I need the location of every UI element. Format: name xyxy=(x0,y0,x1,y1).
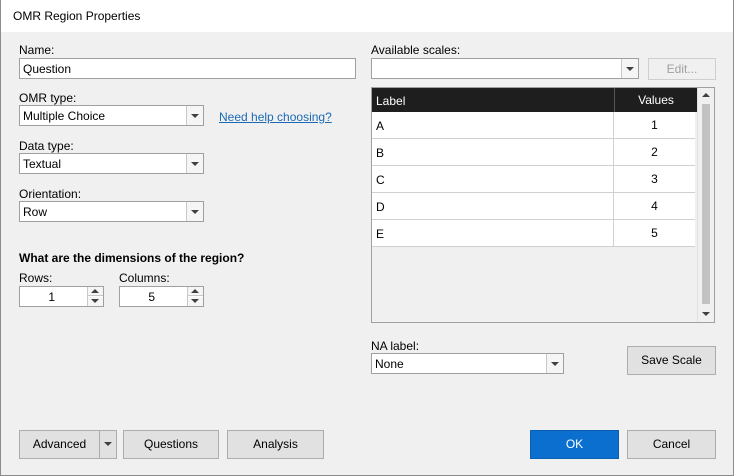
advanced-button[interactable]: Advanced xyxy=(19,430,100,459)
omr-type-value: Multiple Choice xyxy=(23,109,106,123)
chevron-down-icon xyxy=(551,362,559,366)
row-value: 3 xyxy=(613,166,695,193)
window-title: OMR Region Properties xyxy=(13,9,141,23)
na-label-dropdown-button[interactable] xyxy=(546,354,563,373)
row-value: 5 xyxy=(613,220,695,247)
name-label: Name: xyxy=(19,43,55,57)
omr-type-label: OMR type: xyxy=(19,91,77,105)
table-row[interactable]: E 5 xyxy=(372,220,695,247)
ok-button[interactable]: OK xyxy=(530,430,619,459)
row-label: E xyxy=(376,227,385,241)
dimensions-heading: What are the dimensions of the region? xyxy=(19,251,245,265)
columns-label: Columns: xyxy=(119,271,170,285)
row-label: B xyxy=(376,146,385,160)
name-field[interactable]: Question xyxy=(19,58,356,79)
row-label: C xyxy=(376,173,385,187)
available-scales-label: Available scales: xyxy=(371,43,461,57)
scroll-down-icon[interactable] xyxy=(702,312,710,316)
data-type-value: Textual xyxy=(23,157,62,171)
orientation-dropdown-button[interactable] xyxy=(186,202,203,221)
chevron-down-icon xyxy=(191,210,199,214)
rows-stepper[interactable]: 1 xyxy=(19,286,104,307)
orientation-label: Orientation: xyxy=(19,187,82,201)
scale-grid-scrollbar[interactable] xyxy=(697,88,714,322)
columns-stepper[interactable]: 5 xyxy=(119,286,204,307)
columns-value: 5 xyxy=(148,290,155,304)
columns-spin-buttons xyxy=(187,287,203,306)
row-label: D xyxy=(376,200,385,214)
scale-grid: Label Values A 1 B 2 C 3 D 4 E 5 xyxy=(371,87,715,323)
omr-type-dropdown-button[interactable] xyxy=(186,106,203,125)
questions-button[interactable]: Questions xyxy=(123,430,219,459)
row-value: 2 xyxy=(613,139,695,166)
scrollbar-thumb[interactable] xyxy=(702,104,710,304)
column-header-values[interactable]: Values xyxy=(614,88,697,112)
chevron-down-icon xyxy=(626,67,634,71)
cancel-button[interactable]: Cancel xyxy=(627,430,716,459)
rows-spin-buttons xyxy=(87,287,103,306)
orientation-select[interactable]: Row xyxy=(19,201,204,222)
chevron-down-icon xyxy=(91,299,99,303)
rows-increment-button[interactable] xyxy=(88,287,103,296)
table-row[interactable]: B 2 xyxy=(372,139,695,166)
row-label: A xyxy=(376,119,385,133)
omr-region-properties-dialog: OMR Region Properties Name: Question OMR… xyxy=(0,0,734,476)
name-field-value: Question xyxy=(23,62,72,76)
data-type-select[interactable]: Textual xyxy=(19,153,204,174)
table-row[interactable]: C 3 xyxy=(372,166,695,193)
na-label-select[interactable]: None xyxy=(371,353,564,374)
advanced-menu-button[interactable] xyxy=(99,430,117,459)
columns-decrement-button[interactable] xyxy=(188,297,203,306)
scroll-up-icon[interactable] xyxy=(702,93,710,97)
scale-grid-header: Label Values xyxy=(372,88,697,112)
data-type-label: Data type: xyxy=(19,139,74,153)
omr-type-select[interactable]: Multiple Choice xyxy=(19,105,204,126)
table-row[interactable]: D 4 xyxy=(372,193,695,220)
row-value: 1 xyxy=(613,112,695,139)
chevron-up-icon xyxy=(191,289,199,293)
table-row[interactable]: A 1 xyxy=(372,112,695,139)
chevron-up-icon xyxy=(91,289,99,293)
rows-decrement-button[interactable] xyxy=(88,297,103,306)
analysis-button[interactable]: Analysis xyxy=(227,430,324,459)
columns-increment-button[interactable] xyxy=(188,287,203,296)
help-choosing-link[interactable]: Need help choosing? xyxy=(219,110,332,124)
na-label-value: None xyxy=(375,357,404,371)
edit-scale-button[interactable]: Edit... xyxy=(648,58,716,80)
na-label-label: NA label: xyxy=(371,339,420,353)
orientation-value: Row xyxy=(23,205,48,219)
available-scales-select[interactable] xyxy=(371,58,639,79)
rows-value: 1 xyxy=(48,290,55,304)
chevron-down-icon xyxy=(191,299,199,303)
chevron-down-icon xyxy=(104,442,112,446)
save-scale-button[interactable]: Save Scale xyxy=(627,346,716,375)
rows-label: Rows: xyxy=(19,271,53,285)
title-bar: OMR Region Properties xyxy=(1,0,733,32)
data-type-dropdown-button[interactable] xyxy=(186,154,203,173)
chevron-down-icon xyxy=(191,162,199,166)
available-scales-dropdown-button[interactable] xyxy=(621,59,638,78)
chevron-down-icon xyxy=(191,114,199,118)
row-value: 4 xyxy=(613,193,695,220)
column-header-label[interactable]: Label xyxy=(376,94,405,108)
